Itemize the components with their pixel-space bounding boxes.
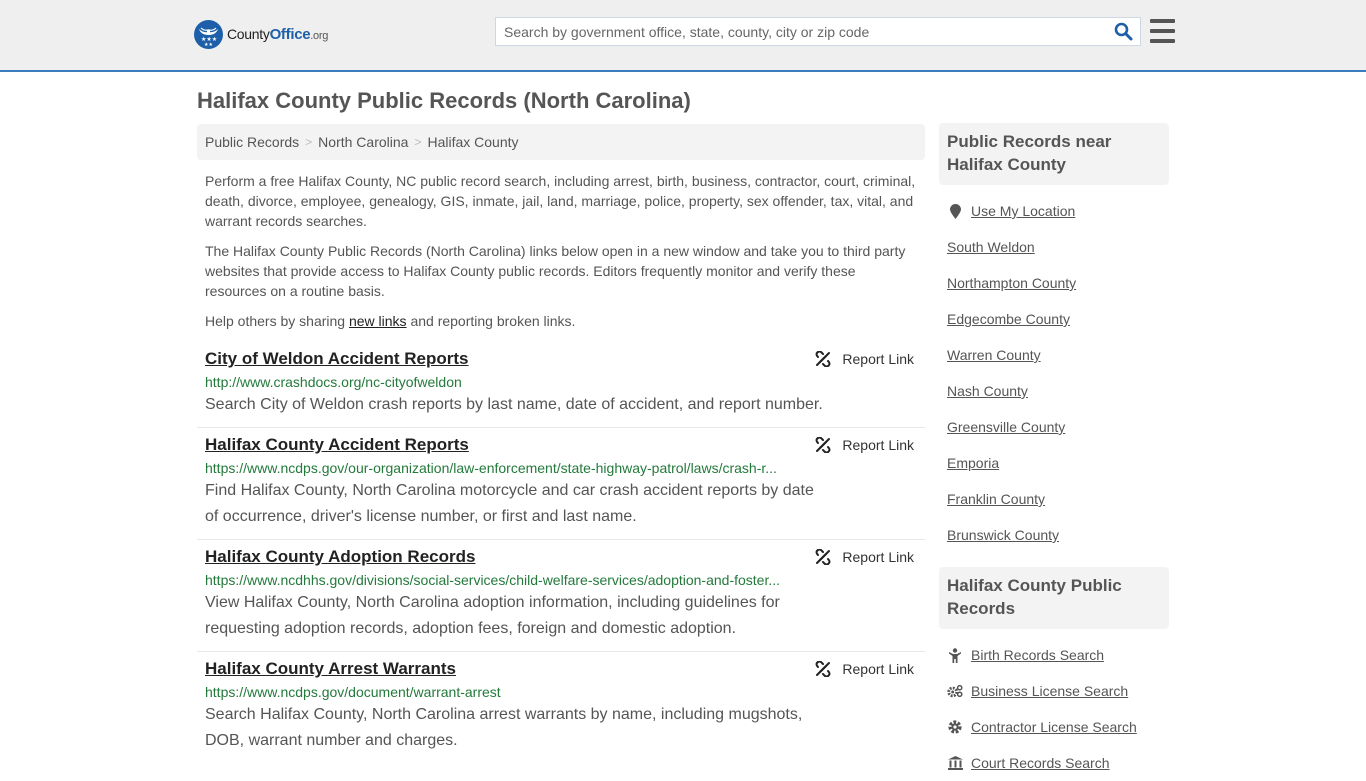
search-icon: [1114, 22, 1132, 41]
record-url: https://www.ncdps.gov/our-organization/l…: [205, 460, 777, 476]
breadcrumb-halifax-county[interactable]: Halifax County: [427, 134, 518, 150]
nearby-link-greensville-county[interactable]: Greensville County: [947, 419, 1065, 435]
new-links-link[interactable]: new links: [349, 313, 407, 329]
report-link-button[interactable]: Report Link: [815, 437, 914, 453]
hamburger-menu-button[interactable]: [1150, 19, 1175, 43]
broken-link-icon: [815, 351, 831, 367]
site-header: ★★★ ★★ CountyOffice.org: [0, 0, 1366, 72]
report-link-button[interactable]: Report Link: [815, 351, 914, 367]
nearby-link-brunswick-county[interactable]: Brunswick County: [947, 527, 1059, 543]
nearby-item: Northampton County: [947, 265, 1161, 301]
nearby-item: Greensville County: [947, 409, 1161, 445]
broken-link-icon: [815, 437, 831, 453]
court-records-search-link[interactable]: Court Records Search: [971, 755, 1110, 771]
county-record-item: Contractor License Search: [947, 709, 1161, 745]
breadcrumb-separator: >: [305, 135, 313, 149]
nearby-link-nash-county[interactable]: Nash County: [947, 383, 1028, 399]
broken-link-icon: [815, 549, 831, 565]
intro-text: Perform a free Halifax County, NC public…: [197, 171, 925, 331]
sidebar: Public Records near Halifax County Use M…: [939, 123, 1169, 781]
search-bar: [495, 17, 1141, 46]
record-description: Search Halifax County, North Carolina ar…: [205, 706, 803, 749]
hamburger-menu-icon-bar: [1150, 19, 1175, 23]
search-input[interactable]: [496, 18, 1106, 45]
contractor-license-search-link[interactable]: Contractor License Search: [971, 719, 1137, 735]
report-link-button[interactable]: Report Link: [815, 661, 914, 677]
county-record-item: Court Records Search: [947, 745, 1161, 781]
page-title: Halifax County Public Records (North Car…: [197, 88, 691, 113]
hamburger-menu-icon-bar: [1150, 29, 1175, 33]
nearby-item: South Weldon: [947, 229, 1161, 265]
site-logo[interactable]: ★★★ ★★ CountyOffice.org: [194, 20, 328, 49]
cogs-icon: [947, 684, 963, 698]
logo-eagle-icon: ★★★ ★★: [194, 20, 223, 49]
map-marker-icon: [947, 203, 963, 219]
record-url: https://www.ncdhhs.gov/divisions/social-…: [205, 572, 781, 588]
nearby-link-northampton-county[interactable]: Northampton County: [947, 275, 1076, 291]
nearby-records-heading: Public Records near Halifax County: [939, 123, 1169, 185]
nearby-link-emporia[interactable]: Emporia: [947, 455, 999, 471]
logo-text: CountyOffice.org: [227, 26, 329, 43]
record-list: City of Weldon Accident Reports http://w…: [197, 342, 925, 763]
birth-records-search-link[interactable]: Birth Records Search: [971, 647, 1104, 663]
breadcrumb-public-records[interactable]: Public Records: [205, 134, 299, 150]
breadcrumb-separator: >: [414, 135, 422, 149]
business-license-search-link[interactable]: Business License Search: [971, 683, 1128, 699]
record-entry: Halifax County Accident Reports https://…: [197, 428, 925, 540]
record-entry: Halifax County Adoption Records https://…: [197, 540, 925, 652]
nearby-link-warren-county[interactable]: Warren County: [947, 347, 1041, 363]
nearby-link-south-weldon[interactable]: South Weldon: [947, 239, 1035, 255]
intro-paragraph-3: Help others by sharing new links and rep…: [205, 313, 576, 329]
record-url: https://www.ncdps.gov/document/warrant-a…: [205, 684, 501, 700]
record-description: Find Halifax County, North Carolina moto…: [205, 482, 814, 525]
report-link-button[interactable]: Report Link: [815, 549, 914, 565]
search-button[interactable]: [1106, 18, 1140, 45]
record-description: View Halifax County, North Carolina adop…: [205, 594, 780, 637]
record-entry: Halifax County Arrest Warrants https://w…: [197, 652, 925, 763]
record-title-link[interactable]: Halifax County Arrest Warrants: [205, 658, 456, 680]
use-my-location-item: Use My Location: [947, 193, 1161, 229]
nearby-item: Nash County: [947, 373, 1161, 409]
svg-text:★★: ★★: [204, 42, 213, 48]
gear-icon: [947, 720, 963, 734]
nearby-item: Brunswick County: [947, 517, 1161, 553]
nearby-item: Franklin County: [947, 481, 1161, 517]
hamburger-menu-icon-bar: [1150, 39, 1175, 43]
county-records-block: Halifax County Public Records Birth Reco…: [939, 567, 1169, 781]
broken-link-icon: [815, 661, 831, 677]
nearby-records-list: Use My Location South Weldon Northampton…: [939, 185, 1169, 553]
nearby-item: Emporia: [947, 445, 1161, 481]
nearby-link-edgecombe-county[interactable]: Edgecombe County: [947, 311, 1070, 327]
breadcrumb: Public Records > North Carolina > Halifa…: [197, 124, 925, 160]
record-url: http://www.crashdocs.org/nc-cityofweldon: [205, 374, 462, 390]
record-description: Search City of Weldon crash reports by l…: [205, 396, 823, 413]
main-content: Public Records > North Carolina > Halifa…: [197, 124, 925, 763]
use-my-location-link[interactable]: Use My Location: [971, 203, 1075, 219]
record-title-link[interactable]: Halifax County Adoption Records: [205, 546, 475, 568]
intro-paragraph-2: The Halifax County Public Records (North…: [205, 243, 906, 299]
county-record-item: Birth Records Search: [947, 637, 1161, 673]
nearby-item: Warren County: [947, 337, 1161, 373]
intro-paragraph-1: Perform a free Halifax County, NC public…: [205, 173, 916, 229]
county-records-heading: Halifax County Public Records: [939, 567, 1169, 629]
nearby-link-franklin-county[interactable]: Franklin County: [947, 491, 1045, 507]
record-title-link[interactable]: City of Weldon Accident Reports: [205, 348, 469, 370]
county-record-item: Business License Search: [947, 673, 1161, 709]
nearby-item: Edgecombe County: [947, 301, 1161, 337]
record-title-link[interactable]: Halifax County Accident Reports: [205, 434, 469, 456]
county-records-list: Birth Records Search Business License Se…: [939, 629, 1169, 781]
breadcrumb-north-carolina[interactable]: North Carolina: [318, 134, 408, 150]
record-entry: City of Weldon Accident Reports http://w…: [197, 342, 925, 428]
child-icon: [947, 647, 963, 663]
